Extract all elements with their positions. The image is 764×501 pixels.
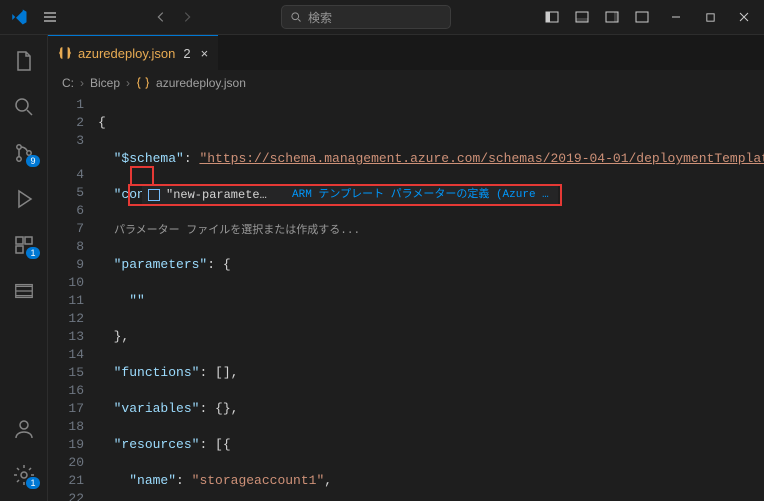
window-maximize-icon[interactable] <box>696 3 724 31</box>
code-content[interactable]: { "$schema": "https://schema.management.… <box>98 96 764 501</box>
activity-search-icon[interactable] <box>0 87 48 127</box>
crumb-file-icon <box>136 76 150 90</box>
vscode-logo-icon <box>10 8 28 26</box>
hamburger-menu-icon[interactable] <box>36 5 64 29</box>
tab-json-icon <box>58 46 72 60</box>
layout-sidebar-right-icon[interactable] <box>598 3 626 31</box>
window-close-icon[interactable] <box>730 3 758 31</box>
intellisense-suggest[interactable]: "new-paramete… ARM テンプレート パラメーターの定義 (Azu… <box>142 186 558 204</box>
titlebar-left <box>0 5 64 29</box>
activity-account-icon[interactable] <box>0 409 48 449</box>
search-placeholder: 検索 <box>308 9 332 26</box>
extensions-badge: 1 <box>26 247 39 259</box>
highlight-cursor-box <box>130 166 154 186</box>
activity-scm-icon[interactable]: 9 <box>0 133 48 173</box>
tab-bar: azuredeploy.json 2 × <box>48 35 764 70</box>
suggest-label: "new-paramete… <box>166 186 267 204</box>
chevron-right-icon: › <box>126 76 130 90</box>
titlebar-right <box>538 3 764 31</box>
nav-back-icon[interactable] <box>154 10 168 24</box>
suggest-description: ARM テンプレート パラメーターの定義 (Azure Resource… <box>292 186 552 204</box>
breadcrumb[interactable]: C: › Bicep › azuredeploy.json <box>48 70 764 96</box>
layout-panel-icon[interactable] <box>568 3 596 31</box>
layout-customize-icon[interactable] <box>628 3 656 31</box>
activity-debug-icon[interactable] <box>0 179 48 219</box>
activity-settings-icon[interactable]: 1 <box>0 455 48 495</box>
titlebar: 検索 <box>0 0 764 35</box>
activity-explorer-icon[interactable] <box>0 41 48 81</box>
codelens-param-file[interactable]: パラメーター ファイルを選択または作成する... <box>98 222 764 238</box>
editor-group: azuredeploy.json 2 × C: › Bicep › azured… <box>48 35 764 501</box>
command-center[interactable]: 検索 <box>194 5 538 29</box>
crumb-folder: Bicep <box>90 76 120 90</box>
snippet-icon <box>148 189 160 201</box>
window-minimize-icon[interactable] <box>662 3 690 31</box>
main-layout: 9 1 1 azuredeploy.json 2 × C: › Bicep <box>0 35 764 501</box>
tab-filename: azuredeploy.json <box>78 46 175 61</box>
nav-arrows <box>154 10 194 24</box>
activity-bar: 9 1 1 <box>0 35 48 501</box>
search-icon <box>290 11 302 23</box>
line-number-gutter: 1 2 3 4 5 6 7 8 9 10 11 12 13 14 15 16 1… <box>48 96 98 501</box>
nav-forward-icon[interactable] <box>180 10 194 24</box>
scm-badge: 9 <box>26 155 39 167</box>
settings-badge: 1 <box>26 477 39 489</box>
chevron-right-icon: › <box>80 76 84 90</box>
code-editor[interactable]: 1 2 3 4 5 6 7 8 9 10 11 12 13 14 15 16 1… <box>48 96 764 501</box>
crumb-file: azuredeploy.json <box>156 76 246 90</box>
activity-extensions-icon[interactable]: 1 <box>0 225 48 265</box>
crumb-root: C: <box>62 76 74 90</box>
tab-close-icon[interactable]: × <box>201 46 209 61</box>
activity-azure-icon[interactable] <box>0 271 48 311</box>
tab-modified-count: 2 <box>183 46 190 61</box>
layout-sidebar-left-icon[interactable] <box>538 3 566 31</box>
tab-azuredeploy[interactable]: azuredeploy.json 2 × <box>48 35 218 70</box>
